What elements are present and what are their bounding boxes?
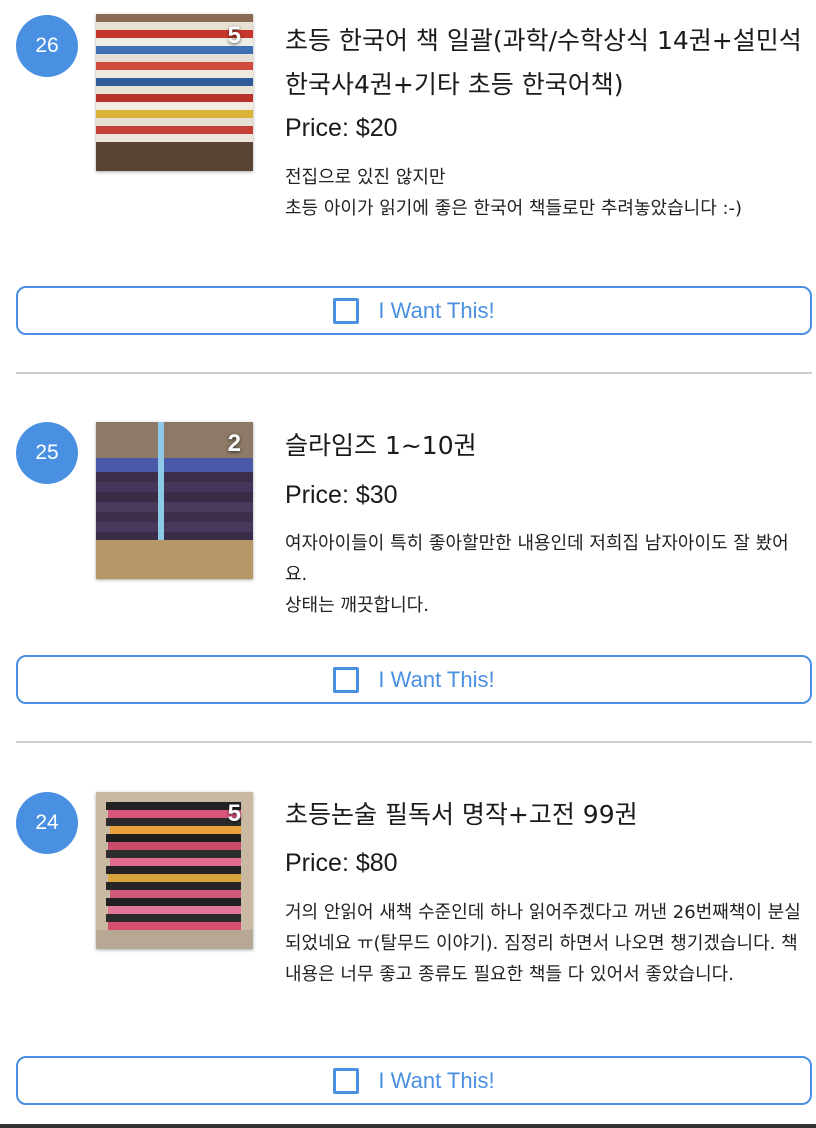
want-this-label: I Want This!	[378, 1067, 495, 1093]
want-this-button[interactable]: I Want This!	[16, 655, 812, 704]
listing-title: 초등 한국어 책 일괄(과학/수학상식 14권+설민석한국사4권+기타 초등 한…	[285, 26, 802, 99]
book-photo-thumbnail[interactable]: 5	[96, 14, 253, 171]
listing-description: 전집으로 있진 않지만 초등 아이가 읽기에 좋은 한국어 책들로만 추려놓았습…	[285, 162, 810, 224]
photo-count: 5	[227, 800, 241, 827]
listing-divider	[16, 372, 812, 374]
description-line: 초등 아이가 읽기에 좋은 한국어 책들로만 추려놓았습니다 :-)	[285, 198, 743, 219]
listing-number-badge: 24	[16, 792, 78, 854]
listing-divider	[16, 741, 812, 743]
want-this-button[interactable]: I Want This!	[16, 286, 812, 335]
listing-description: 여자아이들이 특히 좋아할만한 내용인데 저희집 남자아이도 잘 봤어요. 상태…	[285, 528, 810, 621]
checkbox-icon[interactable]	[333, 666, 360, 693]
listing-number-badge: 26	[16, 15, 78, 77]
description-line: 상태는 깨끗합니다.	[285, 595, 429, 616]
description-line: 거의 안읽어 새책 수준인데 하나 읽어주겠다고 꺼낸 26번째책이 분실되었네…	[285, 902, 801, 985]
checkbox-icon[interactable]	[333, 1067, 360, 1094]
want-this-label: I Want This!	[378, 666, 495, 692]
listing-price: Price: $80	[285, 849, 398, 877]
description-line: 여자아이들이 특히 좋아할만한 내용인데 저희집 남자아이도 잘 봤어요.	[285, 533, 789, 585]
description-line: 전집으로 있진 않지만	[285, 167, 446, 188]
listing-title: 슬라임즈 1~10권	[285, 431, 477, 460]
book-photo-thumbnail[interactable]: 5	[96, 792, 253, 949]
checkbox-icon[interactable]	[333, 297, 360, 324]
listing-title: 초등논술 필독서 명작+고전 99권	[285, 800, 638, 829]
photo-count: 5	[227, 22, 241, 49]
listing-number-badge: 25	[16, 422, 78, 484]
want-this-button[interactable]: I Want This!	[16, 1056, 812, 1105]
listing-price: Price: $20	[285, 114, 398, 142]
want-this-label: I Want This!	[378, 297, 495, 323]
listing-description: 거의 안읽어 새책 수준인데 하나 읽어주겠다고 꺼낸 26번째책이 분실되었네…	[285, 897, 810, 990]
book-photo-thumbnail[interactable]: 2	[96, 422, 253, 579]
photo-count: 2	[227, 430, 241, 457]
bottom-edge-divider	[0, 1124, 816, 1128]
listing-price: Price: $30	[285, 481, 398, 509]
